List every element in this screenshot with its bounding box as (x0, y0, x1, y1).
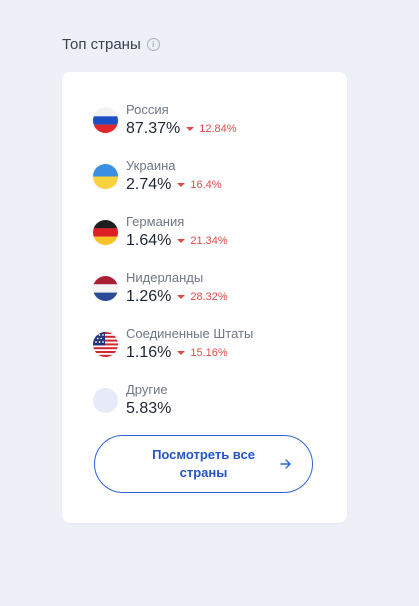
trend-badge: 12.84% (186, 123, 237, 135)
share-line: 87.37% 12.84% (126, 120, 237, 138)
section-header: Топ страны i (62, 36, 160, 53)
trend-badge: 15.16% (177, 347, 228, 359)
country-name: Германия (126, 214, 185, 229)
germany-flag-icon (93, 220, 118, 245)
trend-down-icon (177, 183, 186, 187)
other-countries-icon (93, 388, 118, 413)
netherlands-flag-icon (93, 276, 118, 301)
country-name: Украина (126, 158, 176, 173)
trend-badge: 28.32% (177, 291, 228, 303)
top-countries-card: Россия 87.37% 12.84% Украина 2.74% 16.4% (62, 72, 347, 523)
share-line: 1.16% 15.16% (126, 344, 228, 362)
country-share: 87.37% (126, 120, 181, 137)
trend-value: 12.84% (199, 123, 237, 135)
trend-value: 15.16% (190, 347, 228, 359)
view-all-countries-button[interactable]: Посмотреть все страны (94, 435, 313, 493)
trend-down-icon (177, 351, 186, 355)
share-line: 2.74% 16.4% (126, 176, 222, 194)
share-line: 5.83% (126, 400, 171, 418)
country-share: 1.26% (126, 288, 172, 305)
trend-down-icon (186, 127, 195, 131)
share-line: 1.26% 28.32% (126, 288, 228, 306)
trend-down-icon (177, 295, 186, 299)
country-share: 2.74% (126, 176, 172, 193)
view-all-countries-label: Посмотреть все страны (152, 447, 255, 480)
arrow-right-icon (280, 459, 291, 469)
country-name: Другие (126, 382, 168, 397)
trend-value: 28.32% (190, 291, 228, 303)
trend-down-icon (177, 239, 186, 243)
trend-badge: 21.34% (177, 235, 228, 247)
share-line: 1.64% 21.34% (126, 232, 228, 250)
country-share: 1.16% (126, 344, 172, 361)
country-share: 1.64% (126, 232, 172, 249)
trend-value: 16.4% (190, 179, 222, 191)
info-icon[interactable]: i (146, 38, 160, 51)
country-name: Россия (126, 102, 169, 117)
section-title: Топ страны (62, 36, 141, 53)
ukraine-flag-icon (93, 164, 118, 189)
trend-badge: 16.4% (177, 179, 222, 191)
russia-flag-icon (93, 108, 118, 133)
usa-flag-icon (93, 332, 118, 357)
country-name: Соединенные Штаты (126, 326, 254, 341)
country-name: Нидерланды (126, 270, 204, 285)
trend-value: 21.34% (190, 235, 228, 247)
country-share: 5.83% (126, 400, 172, 417)
